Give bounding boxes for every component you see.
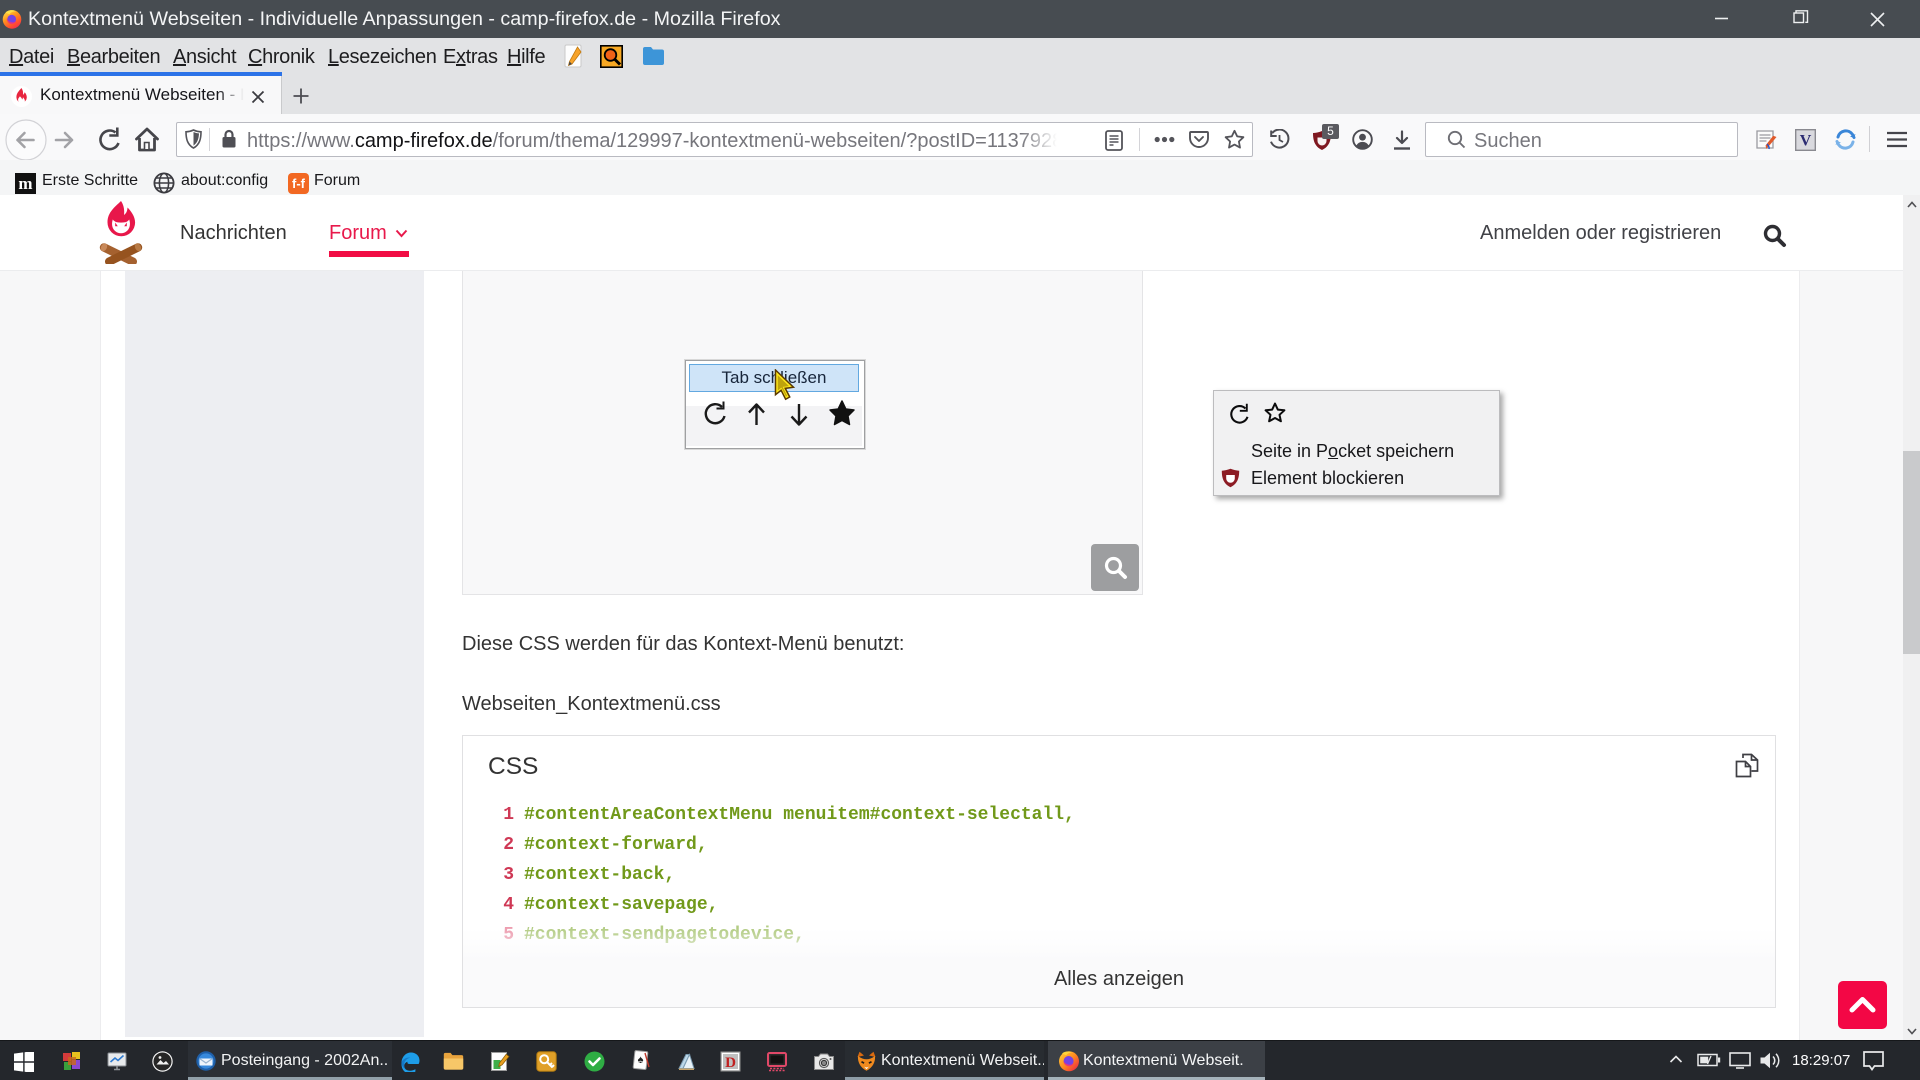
svg-text:V: V — [1800, 133, 1812, 150]
svg-text:♠: ♠ — [638, 1054, 644, 1066]
svg-text:D: D — [725, 1055, 736, 1071]
